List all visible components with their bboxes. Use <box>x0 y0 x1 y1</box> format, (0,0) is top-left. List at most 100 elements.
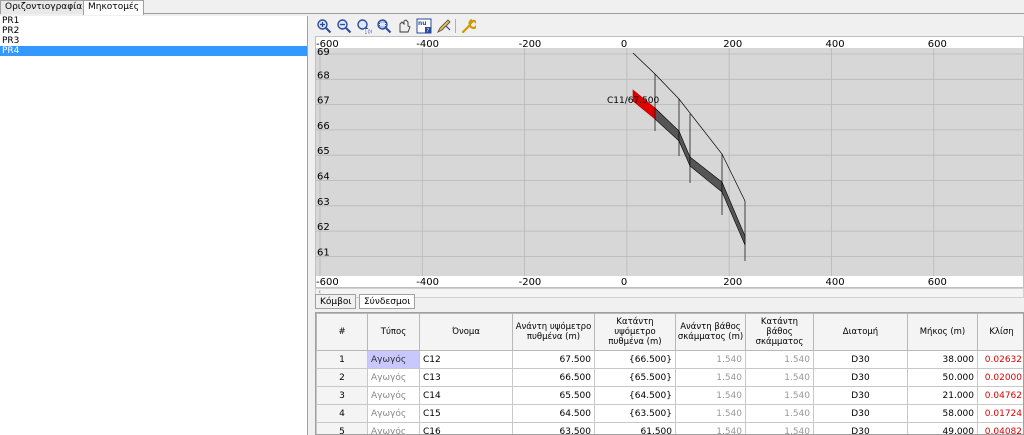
row-section[interactable]: D30 <box>813 404 908 423</box>
table-row[interactable]: 1 Αγωγός C12 67.500 {66.500} 1.540 1.540 D30 38.… <box>316 350 1023 369</box>
row-type[interactable]: Αγωγός <box>367 350 420 369</box>
col-header-slope[interactable]: Κλίση <box>977 313 1023 351</box>
row-downstream-invert[interactable]: {64.500} <box>594 386 676 405</box>
row-downstream-depth[interactable]: 1.540 <box>745 404 814 423</box>
y-tick-label: 61 <box>317 247 330 258</box>
row-index[interactable]: 3 <box>316 386 368 405</box>
zoom-in-icon[interactable] <box>316 18 332 34</box>
x-tick-label: -200 <box>519 277 542 287</box>
row-type[interactable]: Αγωγός <box>367 404 420 423</box>
col-header-name[interactable]: Όνομα <box>419 313 513 351</box>
row-index[interactable]: 5 <box>316 422 368 434</box>
row-slope[interactable]: 0.02000 <box>977 368 1023 387</box>
pan-icon[interactable] <box>396 18 412 34</box>
row-downstream-depth[interactable]: 1.540 <box>745 386 814 405</box>
table-row[interactable]: 4 Αγωγός C15 64.500 {63.500} 1.540 1.540 D30 58.… <box>316 404 1023 423</box>
col-header-index[interactable]: # <box>316 313 368 351</box>
info-icon[interactable]: nu? <box>416 18 432 34</box>
row-slope[interactable]: 0.04082 <box>977 422 1023 434</box>
row-upstream-depth[interactable]: 1.540 <box>675 422 746 434</box>
zoom-out-icon[interactable] <box>336 18 352 34</box>
tab-plan[interactable]: Οριζοντιογραφία <box>0 0 88 14</box>
row-type[interactable]: Αγωγός <box>367 422 420 434</box>
profile-canvas[interactable]: -600 -400 -200 0 200 400 600 -600 -400 -200 0 200 4… <box>316 37 1023 288</box>
col-header-section[interactable]: Διατομή <box>813 313 908 351</box>
row-section[interactable]: D30 <box>813 350 908 369</box>
row-upstream-depth[interactable]: 1.540 <box>675 368 746 387</box>
x-tick-label: -400 <box>416 277 439 287</box>
table-header: # Τύπος Όνομα Ανάντη υψόμετρο πυθμένα (m… <box>316 313 1023 351</box>
tab-nodes[interactable]: Κόμβοι <box>315 294 357 309</box>
row-downstream-invert[interactable]: {63.500} <box>594 404 676 423</box>
x-tick-label: -400 <box>416 39 439 50</box>
row-section[interactable]: D30 <box>813 368 908 387</box>
toolbar: 100 nu? <box>314 16 1024 36</box>
tab-links[interactable]: Σύνδεσμοι <box>359 294 416 309</box>
list-item-pr1[interactable]: PR1 <box>0 16 307 26</box>
zoom-100-icon[interactable]: 100 <box>356 18 372 34</box>
top-tabbar: Οριζοντιογραφία Μηκοτομές <box>0 0 1024 15</box>
row-index[interactable]: 4 <box>316 404 368 423</box>
list-item-pr3[interactable]: PR3 <box>0 36 307 46</box>
row-upstream-invert[interactable]: 64.500 <box>512 404 595 423</box>
row-section[interactable]: D30 <box>813 422 908 434</box>
row-slope[interactable]: 0.01724 <box>977 404 1023 423</box>
row-name[interactable]: C14 <box>419 386 513 405</box>
x-tick-label: -600 <box>316 277 339 287</box>
row-length[interactable]: 38.000 <box>907 350 978 369</box>
x-tick-label: 200 <box>723 39 742 50</box>
row-index[interactable]: 2 <box>316 368 368 387</box>
y-tick-label: 69 <box>317 47 330 58</box>
edit-icon[interactable] <box>436 18 452 34</box>
row-type[interactable]: Αγωγός <box>367 368 420 387</box>
row-downstream-invert[interactable]: 61.500 <box>594 422 676 434</box>
table-row[interactable]: 3 Αγωγός C14 65.500 {64.500} 1.540 1.540 D30 21.… <box>316 386 1023 405</box>
row-name[interactable]: C16 <box>419 422 513 434</box>
x-tick-label: 600 <box>928 39 947 50</box>
table-row[interactable]: 5 Αγωγός C16 63.500 61.500 1.540 1.540 D30 49.00… <box>316 422 1023 434</box>
pipe-annotation: C11/67.500 <box>607 96 660 106</box>
col-header-upstream-invert[interactable]: Ανάντη υψόμετρο πυθμένα (m) <box>512 313 595 351</box>
row-length[interactable]: 50.000 <box>907 368 978 387</box>
list-item-pr2[interactable]: PR2 <box>0 26 307 36</box>
row-downstream-depth[interactable]: 1.540 <box>745 368 814 387</box>
x-tick-label: 600 <box>928 277 947 287</box>
row-upstream-invert[interactable]: 67.500 <box>512 350 595 369</box>
row-upstream-depth[interactable]: 1.540 <box>675 404 746 423</box>
col-header-type[interactable]: Τύπος <box>367 313 420 351</box>
row-name[interactable]: C12 <box>419 350 513 369</box>
row-upstream-depth[interactable]: 1.540 <box>675 350 746 369</box>
y-tick-label: 64 <box>317 172 330 183</box>
row-length[interactable]: 58.000 <box>907 404 978 423</box>
row-upstream-invert[interactable]: 65.500 <box>512 386 595 405</box>
table-row[interactable]: 2 Αγωγός C13 66.500 {65.500} 1.540 1.540 D30 50.… <box>316 368 1023 387</box>
row-upstream-invert[interactable]: 63.500 <box>512 422 595 434</box>
row-name[interactable]: C15 <box>419 404 513 423</box>
y-axis: 69 68 67 66 65 64 63 62 61 <box>317 47 330 258</box>
col-header-upstream-depth[interactable]: Ανάντη βάθος σκάμματος (m) <box>675 313 746 351</box>
tab-profiles[interactable]: Μηκοτομές <box>83 0 145 15</box>
col-header-downstream-invert[interactable]: Κατάντη υψόμετρο πυθμένα (m) <box>594 313 676 351</box>
row-downstream-invert[interactable]: {66.500} <box>594 350 676 369</box>
row-length[interactable]: 21.000 <box>907 386 978 405</box>
longitudinal-profile-chart[interactable]: -600 -400 -200 0 200 400 600 -600 -400 -200 0 200 4… <box>315 36 1024 288</box>
row-name[interactable]: C13 <box>419 368 513 387</box>
row-upstream-depth[interactable]: 1.540 <box>675 386 746 405</box>
row-section[interactable]: D30 <box>813 386 908 405</box>
row-downstream-invert[interactable]: {65.500} <box>594 368 676 387</box>
list-item-pr4[interactable]: PR4 <box>0 46 307 56</box>
row-downstream-depth[interactable]: 1.540 <box>745 350 814 369</box>
row-type[interactable]: Αγωγός <box>367 386 420 405</box>
row-length[interactable]: 49.000 <box>907 422 978 434</box>
x-tick-label: 400 <box>826 39 845 50</box>
row-upstream-invert[interactable]: 66.500 <box>512 368 595 387</box>
zoom-window-icon[interactable] <box>376 18 392 34</box>
col-header-length[interactable]: Μήκος (m) <box>907 313 978 351</box>
row-slope[interactable]: 0.02632 <box>977 350 1023 369</box>
row-slope[interactable]: 0.04762 <box>977 386 1023 405</box>
settings-icon[interactable] <box>460 18 476 34</box>
row-downstream-depth[interactable]: 1.540 <box>745 422 814 434</box>
x-tick-label: 200 <box>723 277 742 287</box>
col-header-downstream-depth[interactable]: Κατάντη βάθος σκάμματος <box>745 313 814 351</box>
row-index[interactable]: 1 <box>316 350 368 369</box>
